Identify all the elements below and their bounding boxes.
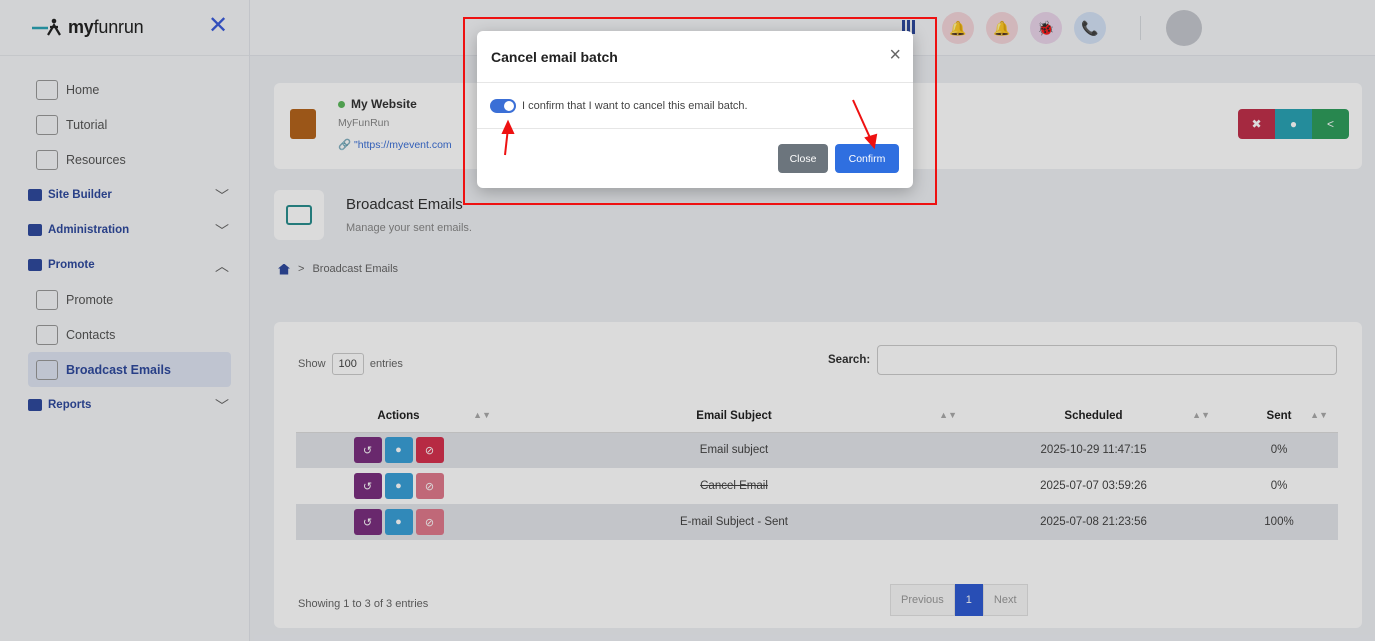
annotation-highlight-box: [463, 17, 937, 205]
